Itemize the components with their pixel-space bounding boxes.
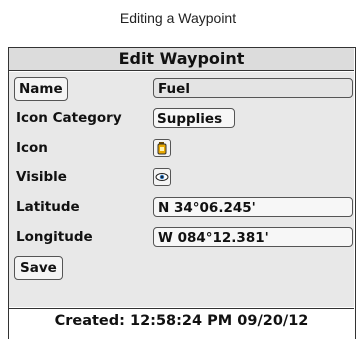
latitude-field[interactable]: N 34°06.245' bbox=[153, 197, 353, 217]
dialog-body: Name Fuel Icon Category Supplies Icon Vi… bbox=[9, 72, 354, 307]
icon-label: Icon bbox=[16, 140, 48, 156]
created-timestamp: Created: 12:58:24 PM 09/20/12 bbox=[9, 308, 354, 341]
icon-category-label: Icon Category bbox=[16, 110, 122, 126]
eye-icon bbox=[155, 173, 169, 181]
name-field[interactable]: Fuel bbox=[153, 78, 353, 98]
edit-waypoint-dialog: Edit Waypoint Name Fuel Icon Category Su… bbox=[8, 47, 356, 341]
name-label[interactable]: Name bbox=[14, 77, 68, 101]
longitude-label: Longitude bbox=[16, 229, 93, 245]
icon-selector[interactable] bbox=[153, 139, 171, 157]
latitude-label: Latitude bbox=[16, 199, 80, 215]
visible-toggle[interactable] bbox=[153, 168, 171, 186]
page-caption: Editing a Waypoint bbox=[119, 10, 237, 26]
save-button[interactable]: Save bbox=[14, 256, 63, 280]
visible-label: Visible bbox=[16, 169, 67, 185]
longitude-field[interactable]: W 084°12.381' bbox=[153, 227, 353, 247]
fuel-can-icon bbox=[157, 142, 167, 155]
dialog-title: Edit Waypoint bbox=[9, 48, 354, 71]
icon-category-field[interactable]: Supplies bbox=[153, 108, 235, 128]
